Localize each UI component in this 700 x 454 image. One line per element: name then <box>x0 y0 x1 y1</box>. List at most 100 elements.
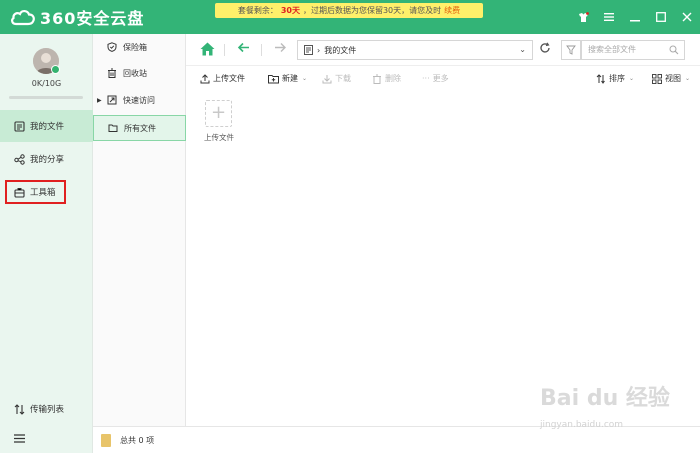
filter-button[interactable] <box>561 40 581 60</box>
path-segment[interactable]: 我的文件 <box>324 45 356 56</box>
file-toolbar: 上传文件 新建 ⌄ 下载 删除 ··· 更多 排序 ⌄ 视图 ⌄ <box>186 66 700 94</box>
col2-item-recycle-bin[interactable]: 回收站 <box>93 60 186 86</box>
cloud-logo-icon <box>11 9 35 26</box>
storage-usage-bar <box>9 96 83 99</box>
sort-label: 排序 <box>609 74 625 83</box>
app-logo: 360安全云盘 <box>10 5 144 29</box>
view-label: 视图 <box>665 74 681 83</box>
trash-icon <box>108 68 116 78</box>
search-input[interactable]: 搜索全部文件 <box>581 40 685 60</box>
search-placeholder: 搜索全部文件 <box>588 45 636 54</box>
close-button[interactable] <box>680 10 694 24</box>
new-label: 新建 <box>282 74 298 83</box>
renew-link[interactable]: 续费 <box>444 6 460 15</box>
maximize-button[interactable] <box>654 10 668 24</box>
menu-lines-icon <box>604 13 614 21</box>
upload-label: 上传文件 <box>213 74 245 83</box>
plus-icon: + <box>210 102 227 123</box>
refresh-icon <box>540 42 550 53</box>
notice-prefix: 套餐剩余： <box>237 6 278 15</box>
left-sidebar: 0K/10G 我的文件 我的分享 工具箱 传输列表 <box>0 34 93 453</box>
back-button[interactable] <box>237 41 250 58</box>
upload-icon <box>200 73 210 83</box>
arrow-left-icon <box>237 42 249 53</box>
file-list-icon <box>14 120 25 132</box>
minimize-icon <box>630 20 640 22</box>
folder-icon <box>101 434 111 447</box>
share-icon <box>14 153 25 165</box>
download-button[interactable]: 下载 <box>322 73 351 84</box>
plan-notice: 套餐剩余： 30天 ，过期后数据为您保留30天，请您及时 续费 <box>215 3 483 18</box>
notice-days: 30天 <box>280 6 300 15</box>
watermark-url: jingyan.baidu.com <box>540 420 624 430</box>
forward-button[interactable] <box>274 41 287 58</box>
refresh-button[interactable] <box>536 41 554 59</box>
document-icon <box>304 45 313 55</box>
quick-access-icon <box>107 95 117 105</box>
storage-quota: 0K/10G <box>31 79 62 88</box>
delete-label: 删除 <box>385 74 401 83</box>
close-icon <box>682 12 692 22</box>
upload-button[interactable]: 上传文件 <box>200 73 245 84</box>
window-controls <box>576 10 694 24</box>
new-button[interactable]: 新建 ⌄ <box>268 73 307 84</box>
col2-item-label: 保险箱 <box>123 42 147 52</box>
sidebar-item-my-share[interactable]: 我的分享 <box>0 143 93 175</box>
more-dots-icon: ··· <box>422 74 430 83</box>
avatar-badge <box>51 65 60 74</box>
view-button[interactable]: 视图 ⌄ <box>652 73 690 84</box>
new-folder-icon <box>268 74 279 83</box>
hamburger-icon <box>14 433 25 443</box>
col2-item-safe[interactable]: 保险箱 <box>93 34 186 60</box>
sidebar-item-label: 传输列表 <box>30 405 65 415</box>
upload-file-tile[interactable]: + <box>205 100 232 127</box>
sidebar-item-transfer-list[interactable]: 传输列表 <box>0 393 93 425</box>
upload-tile-label: 上传文件 <box>204 133 234 142</box>
caret-down-icon: ⌄ <box>685 75 691 82</box>
col2-item-label: 回收站 <box>123 68 147 78</box>
caret-down-icon: ⌄ <box>302 75 308 82</box>
path-separator-icon: › <box>317 45 321 55</box>
trash-icon <box>373 74 381 84</box>
divider <box>224 44 225 56</box>
more-button[interactable]: ··· 更多 <box>422 73 449 84</box>
sidebar-item-my-files[interactable]: 我的文件 <box>0 110 93 142</box>
shirt-icon <box>578 11 589 22</box>
more-label: 更多 <box>432 74 449 83</box>
status-bar: 总共 0 项 <box>93 426 700 453</box>
app-logo-text: 360安全云盘 <box>40 9 145 28</box>
minimize-button[interactable] <box>628 10 642 24</box>
title-bar: 360安全云盘 套餐剩余： 30天 ，过期后数据为您保留30天，请您及时 续费 <box>0 0 700 34</box>
folder-icon <box>108 124 118 132</box>
home-button[interactable] <box>200 42 215 56</box>
address-bar-row: › 我的文件 ⌄ 搜索全部文件 <box>186 34 700 66</box>
chevron-down-icon[interactable]: ⌄ <box>519 45 526 54</box>
toolbox-highlight-box <box>5 180 66 204</box>
sidebar-item-label: 我的文件 <box>30 122 65 132</box>
folder-column: 保险箱 回收站 ▶ 快速访问 所有文件 <box>93 34 186 426</box>
filter-funnel-icon <box>566 45 576 55</box>
sort-button[interactable]: 排序 ⌄ <box>596 73 634 84</box>
arrow-right-icon <box>275 43 286 52</box>
home-icon <box>200 42 215 56</box>
delete-button[interactable]: 删除 <box>372 73 401 84</box>
skin-button[interactable] <box>576 10 590 24</box>
divider <box>261 44 262 56</box>
notice-middle: ，过期后数据为您保留30天，请您及时 <box>302 6 442 15</box>
transfer-arrows-icon <box>14 403 25 415</box>
expand-arrow-icon[interactable]: ▶ <box>97 97 102 104</box>
path-breadcrumb[interactable]: › 我的文件 ⌄ <box>297 40 533 60</box>
menu-button[interactable] <box>602 10 616 24</box>
search-icon[interactable] <box>669 45 679 55</box>
col2-item-all-files[interactable]: 所有文件 <box>93 115 186 141</box>
watermark-logo: Bai du 经验 <box>540 386 670 411</box>
item-count: 总共 0 项 <box>120 436 155 445</box>
sidebar-item-label: 我的分享 <box>30 155 65 165</box>
sidebar-menu-button[interactable] <box>0 422 93 454</box>
maximize-icon <box>656 12 666 22</box>
col2-item-quick-access[interactable]: ▶ 快速访问 <box>93 87 186 113</box>
col2-item-label: 所有文件 <box>124 123 156 133</box>
col2-item-label: 快速访问 <box>123 95 155 105</box>
download-label: 下载 <box>335 74 351 83</box>
download-icon <box>322 74 332 83</box>
